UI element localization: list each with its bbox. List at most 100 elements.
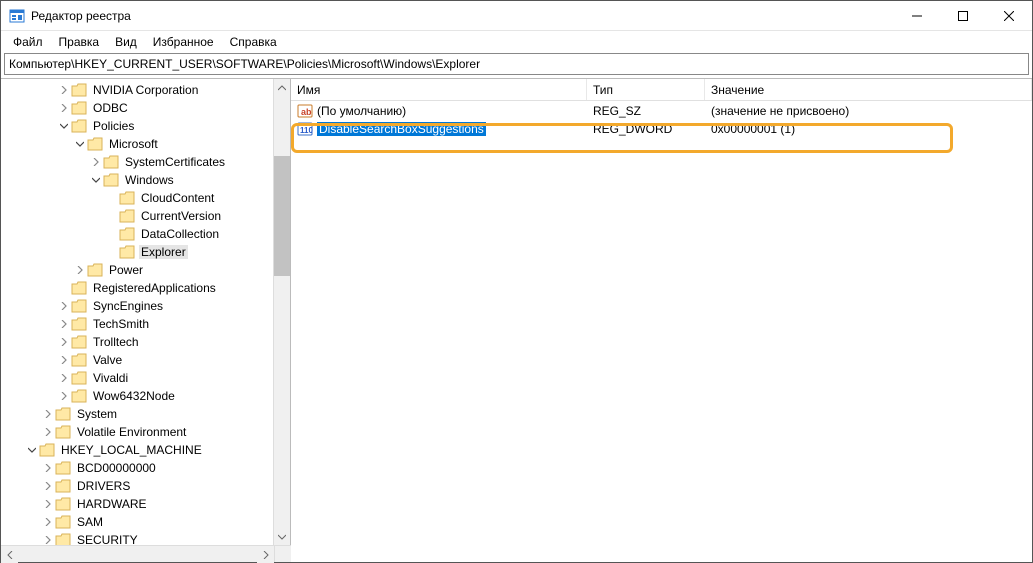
folder-icon [71, 119, 87, 133]
tree-node-datacollection[interactable]: DataCollection [1, 225, 273, 243]
scroll-up-icon[interactable] [274, 79, 290, 96]
minimize-button[interactable] [894, 1, 940, 30]
tree-vertical-scrollbar[interactable] [273, 79, 290, 545]
column-name[interactable]: Имя [291, 79, 587, 100]
folder-icon [119, 227, 135, 241]
tree-node-bcd[interactable]: BCD00000000 [1, 459, 273, 477]
menu-file[interactable]: Файл [5, 33, 51, 51]
chevron-right-icon[interactable] [57, 374, 71, 382]
value-row-default[interactable]: ab (По умолчанию) REG_SZ (значение не пр… [291, 102, 1032, 120]
tree-node-vivaldi[interactable]: Vivaldi [1, 369, 273, 387]
chevron-right-icon[interactable] [57, 356, 71, 364]
tree-node-odbc[interactable]: ODBC [1, 99, 273, 117]
tree-label: Vivaldi [91, 371, 130, 385]
tree-node-volatile[interactable]: Volatile Environment [1, 423, 273, 441]
tree-horizontal-scrollbar[interactable] [1, 545, 274, 562]
tree-label: CloudContent [139, 191, 216, 205]
chevron-down-icon[interactable] [25, 446, 39, 454]
main-area: NVIDIA Corporation ODBC Policies Microso… [1, 78, 1032, 562]
tree-label: Microsoft [107, 137, 160, 151]
tree-node-wow64[interactable]: Wow6432Node [1, 387, 273, 405]
value-row-disablesearchbox[interactable]: 110 DisableSearchBoxSuggestions REG_DWOR… [291, 120, 1032, 138]
list-body[interactable]: ab (По умолчанию) REG_SZ (значение не пр… [291, 101, 1032, 562]
folder-icon [119, 245, 135, 259]
folder-icon [71, 371, 87, 385]
tree-node-syncengines[interactable]: SyncEngines [1, 297, 273, 315]
chevron-down-icon[interactable] [57, 122, 71, 130]
tree-label: Volatile Environment [75, 425, 188, 439]
tree-node-system[interactable]: System [1, 405, 273, 423]
chevron-right-icon[interactable] [41, 482, 55, 490]
tree-node-sam[interactable]: SAM [1, 513, 273, 531]
tree-node-power[interactable]: Power [1, 261, 273, 279]
app-icon [9, 8, 25, 24]
tree-label: System [75, 407, 119, 421]
chevron-right-icon[interactable] [41, 428, 55, 436]
chevron-right-icon[interactable] [41, 536, 55, 544]
value-data: 0x00000001 (1) [705, 122, 1032, 136]
chevron-right-icon[interactable] [57, 320, 71, 328]
folder-icon [55, 515, 71, 529]
tree-node-windows[interactable]: Windows [1, 171, 273, 189]
chevron-down-icon[interactable] [89, 176, 103, 184]
scroll-left-icon[interactable] [1, 546, 18, 563]
tree-label: CurrentVersion [139, 209, 223, 223]
chevron-down-icon[interactable] [73, 140, 87, 148]
chevron-right-icon[interactable] [41, 518, 55, 526]
chevron-right-icon[interactable] [73, 266, 87, 274]
tree-node-regapps[interactable]: RegisteredApplications [1, 279, 273, 297]
chevron-right-icon[interactable] [41, 464, 55, 472]
folder-icon [119, 209, 135, 223]
tree-node-currentversion[interactable]: CurrentVersion [1, 207, 273, 225]
folder-icon [119, 191, 135, 205]
tree-view[interactable]: NVIDIA Corporation ODBC Policies Microso… [1, 79, 273, 545]
folder-icon [87, 137, 103, 151]
tree-node-microsoft[interactable]: Microsoft [1, 135, 273, 153]
chevron-right-icon[interactable] [57, 392, 71, 400]
address-bar[interactable]: Компьютер\HKEY_CURRENT_USER\SOFTWARE\Pol… [4, 53, 1029, 75]
tree-label: ODBC [91, 101, 130, 115]
tree-node-trolltech[interactable]: Trolltech [1, 333, 273, 351]
tree-label: DataCollection [139, 227, 221, 241]
chevron-right-icon[interactable] [57, 338, 71, 346]
tree-label: SyncEngines [91, 299, 165, 313]
column-data[interactable]: Значение [705, 79, 1032, 100]
tree-label: DRIVERS [75, 479, 132, 493]
chevron-right-icon[interactable] [41, 410, 55, 418]
close-button[interactable] [986, 1, 1032, 30]
tree-node-policies[interactable]: Policies [1, 117, 273, 135]
scroll-track[interactable] [274, 96, 290, 528]
tree-node-techsmith[interactable]: TechSmith [1, 315, 273, 333]
scroll-thumb[interactable] [274, 156, 290, 276]
scroll-right-icon[interactable] [257, 546, 274, 563]
chevron-right-icon[interactable] [57, 86, 71, 94]
menu-help[interactable]: Справка [222, 33, 285, 51]
chevron-right-icon[interactable] [41, 500, 55, 508]
folder-icon [71, 101, 87, 115]
tree-node-explorer[interactable]: Explorer [1, 243, 273, 261]
tree-node-valve[interactable]: Valve [1, 351, 273, 369]
column-type[interactable]: Тип [587, 79, 705, 100]
tree-node-drivers[interactable]: DRIVERS [1, 477, 273, 495]
chevron-right-icon[interactable] [57, 302, 71, 310]
tree-node-hklm[interactable]: HKEY_LOCAL_MACHINE [1, 441, 273, 459]
scroll-down-icon[interactable] [274, 528, 290, 545]
menu-view[interactable]: Вид [107, 33, 145, 51]
tree-node-hardware[interactable]: HARDWARE [1, 495, 273, 513]
maximize-button[interactable] [940, 1, 986, 30]
tree-node-cloudcontent[interactable]: CloudContent [1, 189, 273, 207]
menu-edit[interactable]: Правка [51, 33, 108, 51]
folder-icon [71, 281, 87, 295]
tree-node-nvidia[interactable]: NVIDIA Corporation [1, 81, 273, 99]
chevron-right-icon[interactable] [89, 158, 103, 166]
dword-value-icon: 110 [297, 121, 313, 137]
scroll-track[interactable] [18, 546, 257, 562]
folder-icon [103, 173, 119, 187]
menu-favorites[interactable]: Избранное [145, 33, 222, 51]
folder-icon [55, 533, 71, 545]
chevron-right-icon[interactable] [57, 104, 71, 112]
folder-icon [71, 299, 87, 313]
tree-node-security[interactable]: SECURITY [1, 531, 273, 545]
tree-node-syscerts[interactable]: SystemCertificates [1, 153, 273, 171]
folder-icon [55, 461, 71, 475]
